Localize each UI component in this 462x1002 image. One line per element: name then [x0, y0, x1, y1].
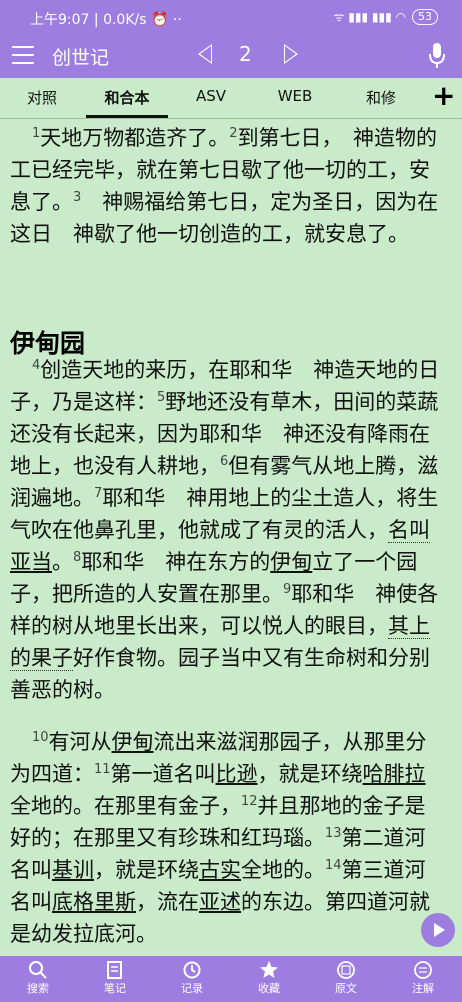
next-chapter-icon[interactable] — [284, 44, 298, 64]
nav-history[interactable]: 记录 — [162, 958, 222, 996]
nav-favorites[interactable]: 收藏 — [239, 958, 299, 996]
search-icon — [29, 961, 47, 979]
app-bar: 创世记 2 — [0, 34, 462, 78]
play-audio-button[interactable] — [421, 913, 455, 947]
signal-icon: ᯤ ▮▮▮ ▮▮▮ ◠ — [333, 10, 407, 24]
microphone-icon[interactable] — [428, 42, 446, 70]
status-time: 上午9:07 | 0.0K/s ⏰ ·· — [30, 12, 182, 28]
tab-asv[interactable]: ASV — [186, 87, 236, 105]
commentary-icon — [414, 961, 432, 979]
tab-cuv[interactable]: 和合本 — [92, 87, 162, 108]
tab-compare[interactable]: 对照 — [22, 87, 62, 108]
paragraph-1: 1天地万物都造齐了。2到第七日， 神造物的工已经完毕，就在第七日歇了他一切的工，… — [10, 126, 439, 246]
nav-original[interactable]: 原文 — [316, 958, 376, 996]
nav-search[interactable]: 搜索 — [8, 958, 68, 996]
paragraph-2: 4创造天地的来历，在耶和华 神造天地的日子，乃是这样：5野地还没有草木，田间的菜… — [10, 358, 440, 702]
name-link[interactable]: 底格里斯 — [52, 890, 136, 914]
add-version-icon[interactable]: + — [432, 82, 455, 110]
battery-icon: 53 — [412, 8, 438, 25]
status-right: ᯤ ▮▮▮ ▮▮▮ ◠ 53 — [333, 8, 438, 25]
scripture-content[interactable]: 1天地万物都造齐了。2到第七日， 神造物的工已经完毕，就在第七日歇了他一切的工，… — [0, 118, 462, 956]
menu-icon[interactable] — [12, 46, 34, 70]
name-link[interactable]: 伊甸 — [270, 550, 312, 574]
star-icon — [260, 961, 278, 978]
status-bar: 上午9:07 | 0.0K/s ⏰ ·· ᯤ ▮▮▮ ▮▮▮ ◠ 53 — [0, 0, 462, 34]
note-icon — [107, 961, 122, 979]
tab-revised[interactable]: 和修 — [360, 87, 402, 108]
nav-commentary[interactable]: 注解 — [393, 958, 453, 996]
book-title[interactable]: 创世记 — [52, 43, 109, 70]
original-text-icon — [337, 961, 355, 979]
tab-web[interactable]: WEB — [270, 87, 320, 105]
annotated-phrase[interactable]: 名叫 — [388, 518, 430, 543]
name-link[interactable]: 伊甸 — [112, 730, 154, 754]
previous-chapter-icon[interactable] — [198, 44, 212, 64]
name-link[interactable]: 比逊 — [216, 762, 258, 786]
version-tabs: 对照 和合本 ASV WEB 和修 + — [0, 78, 462, 119]
bottom-nav: 搜索 笔记 记录 收藏 原文 注解 — [0, 956, 462, 1002]
name-link[interactable]: 基训 — [52, 858, 94, 882]
paragraph-3: 10有河从伊甸流出来滋润那园子，从那里分为四道：11第一道名叫比逊，就是环绕哈腓… — [10, 730, 430, 946]
name-link[interactable]: 哈腓拉 — [363, 762, 426, 786]
name-link[interactable]: 亚当 — [10, 550, 52, 574]
history-icon — [183, 961, 201, 979]
nav-notes[interactable]: 笔记 — [85, 958, 145, 996]
chapter-number[interactable]: 2 — [239, 42, 252, 66]
name-link[interactable]: 亚述 — [199, 890, 241, 914]
name-link[interactable]: 古实 — [199, 858, 241, 882]
